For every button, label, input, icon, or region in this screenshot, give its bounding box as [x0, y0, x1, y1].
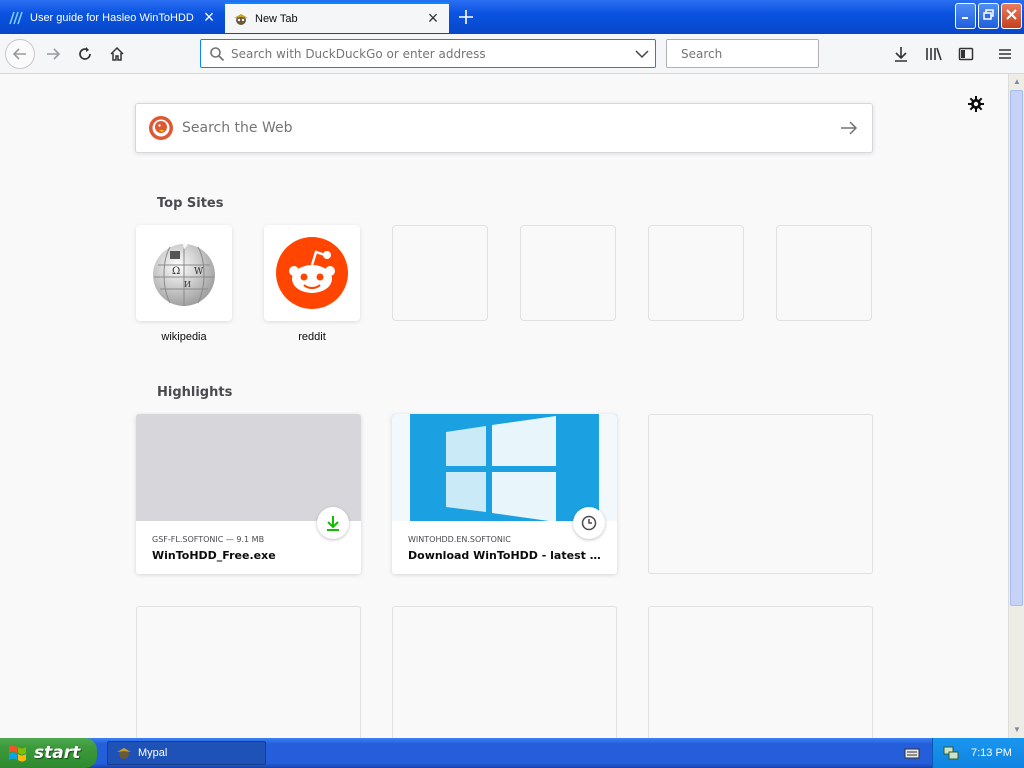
- duckduckgo-logo-icon: [148, 115, 174, 141]
- top-sites-heading: Top Sites: [157, 196, 224, 211]
- svg-text:W: W: [194, 267, 204, 277]
- download-icon: [895, 47, 907, 62]
- vertical-scrollbar[interactable]: ▲ ▼: [1008, 74, 1024, 738]
- empty-highlight-slot: [648, 414, 873, 574]
- tab-title: New Tab: [255, 12, 298, 25]
- close-window-button[interactable]: [1001, 3, 1022, 29]
- svg-text:Ω: Ω: [172, 266, 180, 277]
- plus-icon: [459, 10, 473, 24]
- windows-flag-icon: [9, 745, 26, 762]
- empty-top-site-slot: [520, 225, 616, 321]
- highlight-title: WinToHDD_Free.exe: [152, 549, 276, 562]
- reload-button[interactable]: [70, 39, 100, 69]
- start-button[interactable]: start: [0, 738, 97, 768]
- download-badge: [317, 507, 349, 539]
- empty-highlight-slot: [392, 606, 617, 738]
- forward-button[interactable]: [38, 39, 68, 69]
- hasleo-favicon-icon: [8, 10, 24, 26]
- svg-text:И: И: [184, 280, 191, 289]
- scroll-down-arrow-icon[interactable]: ▼: [1009, 722, 1024, 738]
- scroll-up-arrow-icon[interactable]: ▲: [1009, 74, 1024, 90]
- tab-close-icon[interactable]: ×: [201, 8, 217, 26]
- highlights-heading: Highlights: [157, 385, 233, 400]
- scrollbar-thumb[interactable]: [1010, 90, 1023, 606]
- tab-strip: User guide for Hasleo WinToHDD × New Tab…: [0, 0, 1024, 34]
- tab-new-tab[interactable]: New Tab ×: [225, 2, 449, 33]
- sidebar-icon: [958, 47, 974, 61]
- highlight-card-visited[interactable]: WINTOHDD.EN.SOFTONIC Download WinToHDD -…: [392, 414, 617, 574]
- back-arrow-icon: [12, 48, 26, 60]
- search-bar[interactable]: [666, 39, 831, 68]
- downloads-button[interactable]: [886, 39, 916, 69]
- search-input[interactable]: [681, 46, 831, 61]
- top-site-label: reddit: [298, 331, 326, 343]
- taskbar: start Mypal 7:13 PM: [0, 738, 1024, 768]
- highlight-card-download[interactable]: GSF-FL.SOFTONIC — 9.1 MB WinToHDD_Free.e…: [136, 414, 361, 574]
- highlight-title: Download WinToHDD - latest ve...: [408, 549, 601, 562]
- reddit-alien-icon: [276, 237, 348, 309]
- forward-arrow-icon: [47, 48, 61, 60]
- library-icon: [926, 47, 942, 61]
- taskbar-item-mypal[interactable]: Mypal: [107, 741, 266, 765]
- start-label: start: [34, 743, 81, 763]
- search-submit-arrow-icon[interactable]: [840, 121, 858, 135]
- tab-close-icon[interactable]: ×: [425, 9, 441, 27]
- tab-hasleo-guide[interactable]: User guide for Hasleo WinToHDD ×: [0, 2, 225, 33]
- empty-top-site-slot: [776, 225, 872, 321]
- address-bar[interactable]: [200, 39, 656, 68]
- mypal-favicon-icon: [233, 11, 249, 27]
- download-icon: [327, 516, 339, 531]
- history-badge: [573, 507, 605, 539]
- top-site-label: wikipedia: [161, 331, 207, 343]
- network-icon[interactable]: [943, 745, 959, 761]
- tab-title: User guide for Hasleo WinToHDD: [30, 11, 194, 24]
- empty-top-site-slot: [392, 225, 488, 321]
- highlight-domain: GSF-FL.SOFTONIC — 9.1 MB: [152, 535, 265, 544]
- web-search-input[interactable]: [182, 120, 840, 136]
- minimize-button[interactable]: [955, 3, 976, 29]
- top-site-tile[interactable]: Ω W И: [136, 225, 232, 321]
- clock-icon: [581, 515, 597, 531]
- chevron-down-icon: [635, 49, 649, 58]
- menu-button[interactable]: [990, 39, 1020, 69]
- minimize-icon: [961, 17, 968, 19]
- top-site-tile[interactable]: [264, 225, 360, 321]
- back-button[interactable]: [5, 39, 35, 69]
- wikipedia-globe-icon: Ω W И: [153, 241, 215, 306]
- close-icon: [1006, 9, 1017, 20]
- home-icon: [110, 46, 124, 61]
- new-tab-button[interactable]: [452, 3, 480, 31]
- highlight-domain: WINTOHDD.EN.SOFTONIC: [408, 535, 511, 544]
- clock[interactable]: 7:13 PM: [971, 747, 1012, 759]
- empty-top-site-slot: [648, 225, 744, 321]
- reload-icon: [79, 47, 91, 60]
- top-site-wikipedia[interactable]: Ω W И wikipedia: [136, 225, 232, 343]
- settings-gear-icon[interactable]: [966, 94, 986, 114]
- restore-button[interactable]: [978, 3, 999, 29]
- top-site-reddit[interactable]: reddit: [264, 225, 360, 343]
- mypal-favicon-icon: [117, 748, 131, 759]
- home-button[interactable]: [102, 39, 132, 69]
- hamburger-menu-icon: [999, 49, 1011, 59]
- system-tray: 7:13 PM: [932, 738, 1024, 768]
- search-icon: [210, 46, 225, 61]
- sidebar-button[interactable]: [951, 39, 981, 69]
- navigation-toolbar: [0, 34, 1024, 74]
- empty-highlight-slot: [648, 606, 873, 738]
- web-search-box[interactable]: [135, 103, 873, 153]
- new-tab-page: Top Sites Ω W И wikipedia: [0, 74, 1008, 738]
- keyboard-icon[interactable]: [904, 746, 920, 760]
- address-input[interactable]: [231, 46, 629, 61]
- highlight-thumbnail: [136, 414, 361, 521]
- library-button[interactable]: [919, 39, 949, 69]
- empty-highlight-slot: [136, 606, 361, 738]
- restore-icon: [983, 9, 994, 20]
- windows-logo-icon: [392, 414, 617, 521]
- url-history-dropdown[interactable]: [629, 40, 655, 67]
- taskbar-item-label: Mypal: [138, 747, 168, 759]
- highlight-thumbnail: [392, 414, 617, 521]
